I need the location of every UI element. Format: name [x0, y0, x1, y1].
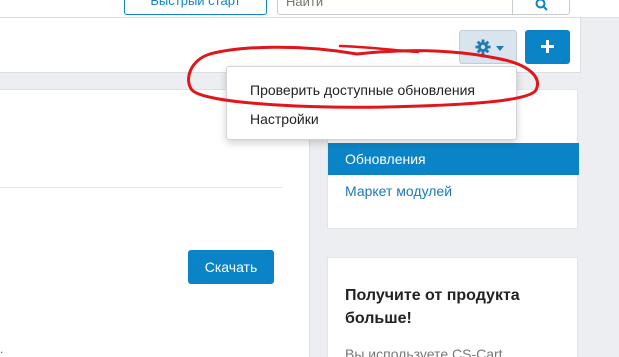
- sidebar-item-modules-market[interactable]: Маркет модулей: [328, 175, 579, 207]
- settings-dropdown-button[interactable]: [459, 30, 517, 64]
- gear-icon: [475, 39, 491, 55]
- menu-item-check-updates[interactable]: Проверить доступные обновления: [227, 77, 516, 103]
- promo-panel: Получите от продукта больше! Вы использу…: [327, 257, 578, 357]
- sidebar-item-updates[interactable]: Обновления: [328, 143, 579, 175]
- caret-down-icon: [496, 46, 504, 51]
- search-icon: [535, 0, 548, 11]
- quick-start-button[interactable]: Быстрый старт: [124, 0, 267, 15]
- divider: [0, 187, 282, 188]
- settings-dropdown-menu: Проверить доступные обновления Настройки: [226, 66, 517, 140]
- menu-item-settings[interactable]: Настройки: [227, 106, 516, 132]
- promo-title: Получите от продукта больше!: [345, 287, 520, 327]
- search-input[interactable]: [277, 0, 513, 15]
- download-button[interactable]: Скачать: [188, 250, 274, 284]
- promo-text: Вы используете CS-Cart: [345, 346, 503, 357]
- add-button[interactable]: [525, 30, 570, 64]
- text-fragment: .: [0, 342, 4, 356]
- top-header: Быстрый старт: [0, 0, 619, 18]
- search-button[interactable]: [512, 0, 570, 15]
